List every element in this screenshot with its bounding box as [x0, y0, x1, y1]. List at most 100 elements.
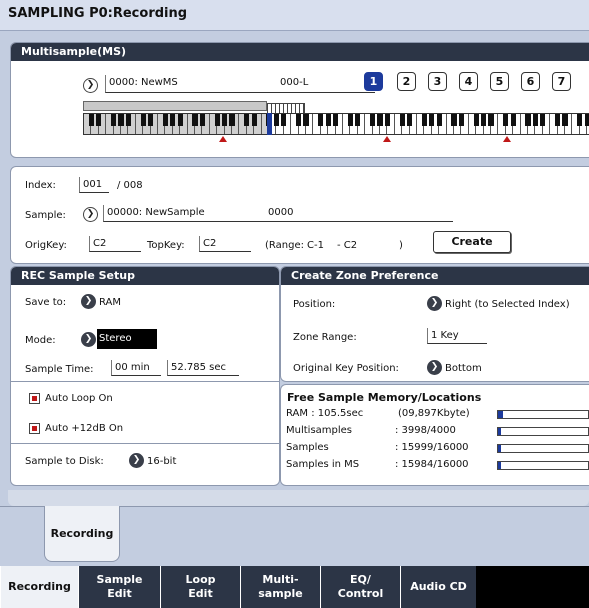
black-key[interactable]: [96, 114, 102, 126]
create-button[interactable]: Create: [433, 231, 511, 253]
black-key[interactable]: [584, 114, 589, 126]
black-key[interactable]: [473, 114, 479, 126]
memory-meter: [497, 427, 589, 436]
topkey-label: TopKey:: [147, 240, 185, 251]
black-key[interactable]: [140, 114, 146, 126]
black-key[interactable]: [488, 114, 494, 126]
multisample-index-button[interactable]: 3: [428, 72, 447, 91]
arrow-right-icon[interactable]: ❯: [427, 296, 442, 311]
black-key[interactable]: [540, 114, 546, 126]
black-key[interactable]: [555, 114, 561, 126]
black-key[interactable]: [229, 114, 235, 126]
index-label: Index:: [25, 180, 56, 191]
black-key[interactable]: [244, 114, 250, 126]
auto-loop-checkbox[interactable]: [29, 393, 40, 404]
arrow-right-icon[interactable]: ❯: [81, 294, 96, 309]
black-key[interactable]: [281, 114, 287, 126]
black-key[interactable]: [162, 114, 168, 126]
mode-tab[interactable]: Loop Edit: [160, 566, 240, 608]
black-key[interactable]: [111, 114, 117, 126]
sample-name: 00000: NewSample: [107, 207, 205, 218]
black-key[interactable]: [347, 114, 353, 126]
black-key[interactable]: [222, 114, 228, 126]
orig-key-pos-label: Original Key Position:: [293, 363, 399, 374]
black-key[interactable]: [318, 114, 324, 126]
mode-label: Mode:: [25, 335, 56, 346]
black-key[interactable]: [333, 114, 339, 126]
mode-value[interactable]: Stereo: [97, 329, 157, 349]
black-key[interactable]: [377, 114, 383, 126]
black-key[interactable]: [355, 114, 361, 126]
sample-suffix: 0000: [268, 207, 294, 218]
black-key[interactable]: [510, 114, 516, 126]
mode-tab[interactable]: EQ/Control: [320, 566, 400, 608]
black-key[interactable]: [303, 114, 309, 126]
black-key[interactable]: [503, 114, 509, 126]
black-key[interactable]: [429, 114, 435, 126]
arrow-right-icon[interactable]: ❯: [81, 332, 96, 347]
black-key[interactable]: [407, 114, 413, 126]
mode-tab[interactable]: Audio CD: [400, 566, 476, 608]
black-key[interactable]: [481, 114, 487, 126]
mode-tab[interactable]: Recording: [0, 566, 78, 608]
black-key[interactable]: [458, 114, 464, 126]
range-high: - C2: [337, 240, 358, 251]
topkey-field[interactable]: C2: [199, 236, 251, 252]
black-key[interactable]: [370, 114, 376, 126]
memory-row-label: Multisamples: [286, 425, 353, 436]
sample-time-sec[interactable]: 52.785 sec: [167, 360, 239, 376]
sample-time-min[interactable]: 00 min: [111, 360, 161, 376]
arrow-right-icon[interactable]: ❯: [83, 78, 98, 93]
black-key[interactable]: [273, 114, 279, 126]
black-key[interactable]: [148, 114, 154, 126]
sample-select[interactable]: 00000: NewSample 0000: [103, 205, 453, 222]
arrow-right-icon[interactable]: ❯: [427, 360, 442, 375]
black-key[interactable]: [251, 114, 257, 126]
multisample-index-button[interactable]: 4: [459, 72, 478, 91]
auto-12db-checkbox[interactable]: [29, 423, 40, 434]
black-key[interactable]: [399, 114, 405, 126]
black-key[interactable]: [192, 114, 198, 126]
multisample-suffix: 000-L: [280, 77, 309, 88]
black-key[interactable]: [88, 114, 94, 126]
black-key[interactable]: [177, 114, 183, 126]
black-key[interactable]: [125, 114, 131, 126]
rec-setup-header: REC Sample Setup: [11, 267, 279, 285]
black-key[interactable]: [421, 114, 427, 126]
arrow-right-icon[interactable]: ❯: [83, 207, 98, 222]
multisample-index-button[interactable]: 7: [552, 72, 571, 91]
multisample-index-button[interactable]: 6: [521, 72, 540, 91]
black-key[interactable]: [199, 114, 205, 126]
black-key[interactable]: [451, 114, 457, 126]
zone-range-field[interactable]: 1 Key: [427, 328, 487, 344]
multisample-index-button[interactable]: 2: [397, 72, 416, 91]
black-key[interactable]: [296, 114, 302, 126]
page-tab-recording[interactable]: Recording: [44, 506, 120, 562]
multisample-select[interactable]: 0000: NewMS 000-L: [105, 75, 375, 93]
black-key[interactable]: [384, 114, 390, 126]
origkey-field[interactable]: C2: [89, 236, 141, 252]
sample-to-disk-value: 16-bit: [147, 456, 177, 467]
black-key[interactable]: [436, 114, 442, 126]
selected-key-marker: [267, 113, 272, 135]
black-key[interactable]: [325, 114, 331, 126]
key-marker-icon: [219, 136, 227, 142]
arrow-right-icon[interactable]: ❯: [129, 453, 144, 468]
mode-tab[interactable]: Sample Edit: [78, 566, 160, 608]
index-field[interactable]: 001: [79, 177, 109, 193]
black-key[interactable]: [577, 114, 583, 126]
black-key[interactable]: [118, 114, 124, 126]
multisample-index-button[interactable]: 1: [364, 72, 383, 91]
memory-meter-fill: [498, 411, 503, 418]
memory-meter-fill: [498, 462, 501, 469]
mode-tab[interactable]: Multi-sample: [240, 566, 320, 608]
black-key[interactable]: [214, 114, 220, 126]
black-key[interactable]: [562, 114, 568, 126]
keyboard-keys[interactable]: [83, 113, 589, 135]
mode-tab-line1: Recording: [8, 580, 71, 593]
black-key[interactable]: [532, 114, 538, 126]
black-key[interactable]: [525, 114, 531, 126]
black-key[interactable]: [170, 114, 176, 126]
keyboard[interactable]: [83, 101, 589, 151]
multisample-index-button[interactable]: 5: [490, 72, 509, 91]
